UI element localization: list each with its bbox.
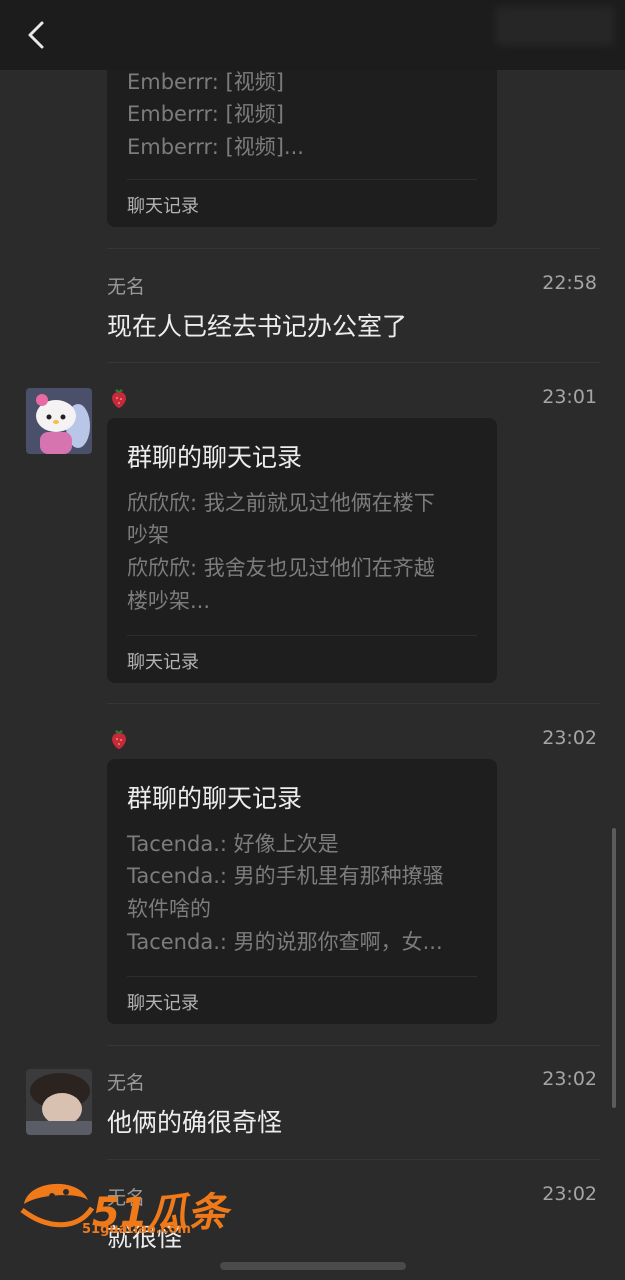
- strawberry-icon: [112, 730, 126, 749]
- chat-record-card[interactable]: 群聊的聊天记录 Tacenda.: 好像上次是 Tacenda.: 男的手机里有…: [107, 759, 497, 1024]
- card-line: 欣欣欣: 我舍友也见过他们在齐越: [127, 556, 435, 580]
- message-text: 他俩的确很奇怪: [107, 1108, 283, 1137]
- card-line: Tacenda.: 好像上次是: [127, 832, 339, 856]
- chat-history-feed[interactable]: Emberrr: [视频] Emberrr: [视频] Emberrr: [视频…: [0, 0, 625, 1280]
- card-line: 吵架: [127, 523, 169, 547]
- avatar[interactable]: [26, 388, 92, 454]
- sender-name: 无名: [107, 276, 146, 298]
- top-bar: [0, 0, 625, 70]
- divider: [107, 362, 600, 363]
- card-footer: 聊天记录: [127, 993, 199, 1014]
- card-title: 群聊的聊天记录: [127, 443, 303, 472]
- blurred-region: [495, 6, 615, 46]
- divider: [107, 1159, 600, 1160]
- avatar[interactable]: [26, 1069, 92, 1135]
- message-time: 22:58: [542, 272, 597, 294]
- card-line: Tacenda.: 男的手机里有那种撩骚: [127, 864, 444, 888]
- card-separator: [127, 179, 477, 180]
- card-line: 欣欣欣: 我之前就见过他俩在楼下: [127, 491, 435, 515]
- home-indicator[interactable]: [220, 1262, 406, 1270]
- card-line: 软件啥的: [127, 897, 211, 921]
- message-time: 23:01: [542, 386, 597, 408]
- divider: [107, 1045, 600, 1046]
- card-separator: [127, 635, 477, 636]
- card-title: 群聊的聊天记录: [127, 784, 303, 813]
- message-time: 23:02: [542, 1068, 597, 1090]
- strawberry-icon: [112, 389, 126, 408]
- card-footer: 聊天记录: [127, 652, 199, 673]
- card-line: Emberrr: [视频]...: [127, 135, 304, 159]
- card-line: Emberrr: [视频]: [127, 102, 284, 126]
- chevron-left-icon[interactable]: [18, 17, 54, 53]
- watermark-url: 51guatiao.com: [82, 1222, 191, 1237]
- card-separator: [127, 976, 477, 977]
- card-line: Tacenda.: 男的说那你查啊，女...: [127, 930, 443, 954]
- message-time: 23:02: [542, 727, 597, 749]
- scrollbar[interactable]: [612, 828, 616, 1108]
- card-line: 楼吵架...: [127, 589, 211, 613]
- divider: [107, 248, 600, 249]
- divider: [107, 703, 600, 704]
- message-text: 现在人已经去书记办公室了: [107, 312, 408, 341]
- sender-name: 无名: [107, 1072, 146, 1094]
- card-line: Emberrr: [视频]: [127, 70, 284, 94]
- chat-record-card[interactable]: 群聊的聊天记录 欣欣欣: 我之前就见过他俩在楼下 吵架 欣欣欣: 我舍友也见过他…: [107, 418, 497, 683]
- message-time: 23:02: [542, 1183, 597, 1205]
- card-footer: 聊天记录: [127, 196, 199, 217]
